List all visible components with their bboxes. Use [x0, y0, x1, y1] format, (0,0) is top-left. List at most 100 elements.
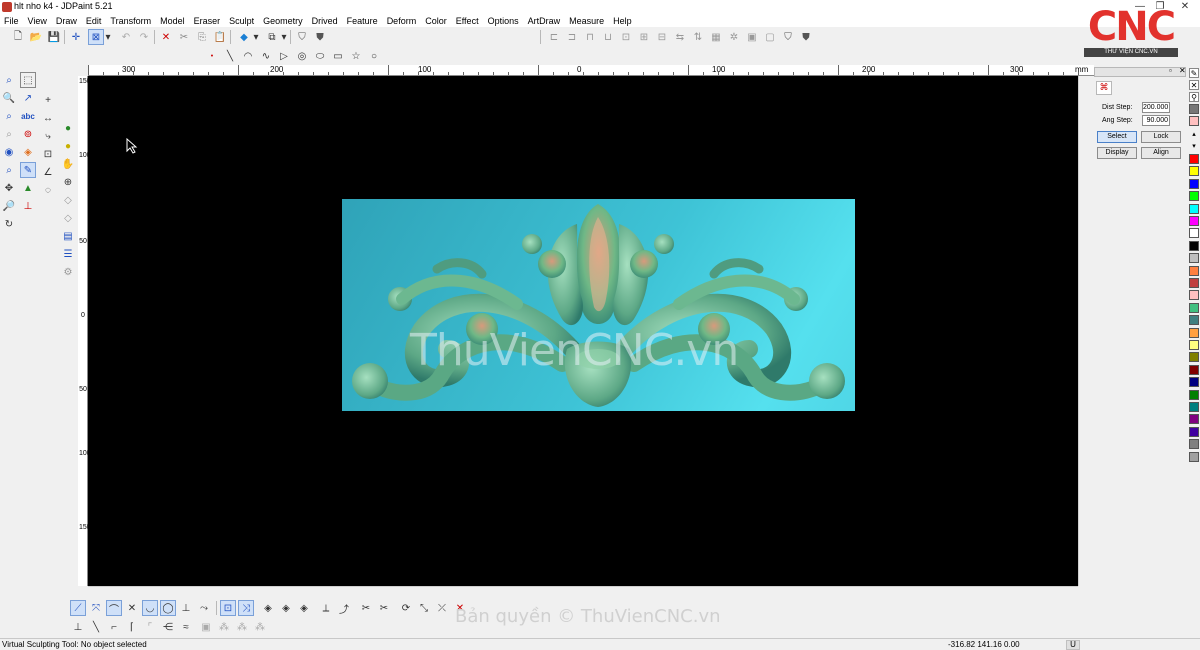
cut-icon[interactable]: ✂: [176, 29, 192, 45]
crosshair-icon[interactable]: ✛: [68, 29, 84, 45]
snap-diamond-icon[interactable]: ◈: [260, 600, 276, 616]
color-swatch[interactable]: [1189, 154, 1199, 164]
delete-icon[interactable]: ✕: [158, 29, 174, 45]
edit-line-icon[interactable]: ╲: [88, 619, 104, 635]
break2-icon[interactable]: ✂: [376, 600, 392, 616]
dropdown-arrow-icon[interactable]: ▾: [104, 29, 112, 45]
edit-box-icon[interactable]: ▣: [198, 619, 214, 635]
rotate-tool-icon[interactable]: ⟳: [398, 600, 414, 616]
zoom-window-icon[interactable]: ⌕: [1, 72, 17, 88]
shield-right-icon[interactable]: ⛊: [798, 29, 814, 45]
menu-options[interactable]: Options: [488, 16, 519, 26]
color-swatch[interactable]: [1189, 240, 1199, 251]
diamond-tool-icon[interactable]: ◈: [20, 144, 36, 160]
align-left-icon[interactable]: ⊏: [546, 29, 562, 45]
align-top-icon[interactable]: ⊓: [582, 29, 598, 45]
color-swatch[interactable]: [1189, 203, 1199, 214]
star-icon[interactable]: ☆: [348, 48, 364, 64]
spline-icon[interactable]: ∿: [258, 48, 274, 64]
menu-geometry[interactable]: Geometry: [263, 16, 303, 26]
color-swatch[interactable]: [1189, 166, 1199, 177]
edit-misc-icon[interactable]: ⁂: [252, 619, 268, 635]
target-icon[interactable]: ⊚: [20, 126, 36, 142]
color-swatch[interactable]: [1189, 414, 1199, 425]
light-yellow-icon[interactable]: ●: [60, 138, 76, 154]
align-button[interactable]: Align: [1141, 147, 1181, 159]
color-swatch[interactable]: [1189, 290, 1199, 301]
paste-icon[interactable]: 📋: [212, 29, 228, 45]
color-scroll-up-icon[interactable]: ▴: [1189, 130, 1199, 140]
snap-intersect-icon[interactable]: ✕: [124, 600, 140, 616]
ungroup-icon[interactable]: ▢: [762, 29, 778, 45]
angle-icon[interactable]: ∠: [40, 164, 56, 180]
sculpt-add-icon[interactable]: ⊕: [60, 174, 76, 190]
current-color-swatch[interactable]: [1189, 116, 1199, 126]
dist-step-field[interactable]: 200.000: [1142, 102, 1170, 113]
edit-offset-icon[interactable]: ⋲: [160, 619, 176, 635]
color-swatch[interactable]: [1189, 451, 1199, 462]
edit-wave-icon[interactable]: ≈: [178, 619, 194, 635]
light-green-icon[interactable]: ●: [60, 120, 76, 136]
group-icon[interactable]: ▣: [744, 29, 760, 45]
no-color-icon[interactable]: ✕: [1189, 80, 1199, 90]
full-circle-icon[interactable]: ○: [366, 48, 382, 64]
stretch-icon[interactable]: ⤡: [416, 600, 432, 616]
edit-ungroup-icon[interactable]: ⁂: [234, 619, 250, 635]
rotate-view-icon[interactable]: ↻: [1, 216, 17, 232]
color-swatch[interactable]: [1189, 327, 1199, 338]
rotate-array-icon[interactable]: ✲: [726, 29, 742, 45]
layers-icon[interactable]: ☰: [60, 246, 76, 262]
snap-tangent-icon[interactable]: ◡: [142, 600, 158, 616]
color-swatch[interactable]: [1189, 216, 1199, 226]
edit-chamfer-icon[interactable]: ⌜: [142, 619, 158, 635]
trim-icon[interactable]: ⟂: [318, 600, 334, 616]
relief-model[interactable]: [342, 199, 855, 411]
snap-endpoint-icon[interactable]: ⟋: [70, 600, 86, 616]
color-swatch[interactable]: [1189, 302, 1199, 313]
menu-feature[interactable]: Feature: [347, 16, 378, 26]
color-swatch[interactable]: [1189, 340, 1199, 350]
measure-tool-icon[interactable]: ⊥: [20, 198, 36, 214]
rectangle-icon[interactable]: ▭: [330, 48, 346, 64]
settings-gear-icon[interactable]: ⚙: [60, 264, 76, 280]
zoom-in-icon[interactable]: 🔍: [1, 90, 17, 106]
explode-icon[interactable]: ⤫: [434, 600, 450, 616]
select-box-icon[interactable]: ⊠: [88, 29, 104, 45]
ellipse-icon[interactable]: ⬭: [312, 48, 328, 64]
menu-view[interactable]: View: [28, 16, 47, 26]
horizontal-scrollbar[interactable]: [88, 586, 1078, 596]
display-button[interactable]: Display: [1097, 147, 1137, 159]
ang-step-field[interactable]: 90.000: [1142, 115, 1170, 126]
menu-help[interactable]: Help: [613, 16, 632, 26]
lasso-icon[interactable]: ◌: [40, 182, 56, 198]
menu-edit[interactable]: Edit: [86, 16, 102, 26]
edit-vertex-icon[interactable]: ⊥: [70, 619, 86, 635]
select-rect-icon[interactable]: ⬚: [20, 72, 36, 88]
mirror-v-icon[interactable]: ⇅: [690, 29, 706, 45]
edit-group-icon[interactable]: ⁂: [216, 619, 232, 635]
undo-icon[interactable]: ↶: [118, 29, 134, 45]
menu-drived[interactable]: Drived: [312, 16, 338, 26]
color-scroll-down-icon[interactable]: ▾: [1189, 142, 1199, 152]
menu-model[interactable]: Model: [160, 16, 185, 26]
width-icon[interactable]: ↔: [40, 110, 56, 126]
snap-grid-icon[interactable]: ⊡: [220, 600, 236, 616]
align-bottom-icon[interactable]: ⊔: [600, 29, 616, 45]
point-icon[interactable]: •: [204, 48, 220, 64]
snap-node-icon[interactable]: ⤧: [88, 600, 104, 616]
color-swatch[interactable]: [1189, 253, 1199, 264]
layer-view-icon[interactable]: ⧉: [264, 29, 280, 45]
snap-diamond3-icon[interactable]: ◈: [296, 600, 312, 616]
sculpt-tool-icon[interactable]: ✎: [20, 162, 36, 178]
erase-icon[interactable]: ◇: [60, 210, 76, 226]
color-swatch[interactable]: [1189, 377, 1199, 388]
circle-icon[interactable]: ◎: [294, 48, 310, 64]
zoom-all-icon[interactable]: ⌕: [1, 162, 17, 178]
layer-dropdown-icon[interactable]: ▾: [280, 29, 288, 45]
polyline-icon[interactable]: ▷: [276, 48, 292, 64]
menu-eraser[interactable]: Eraser: [194, 16, 221, 26]
distribute-h-icon[interactable]: ⊞: [636, 29, 652, 45]
shaded-view-icon[interactable]: ◆: [236, 29, 252, 45]
zoom-prev-icon[interactable]: ⌕: [1, 126, 17, 142]
line-icon[interactable]: ╲: [222, 48, 238, 64]
